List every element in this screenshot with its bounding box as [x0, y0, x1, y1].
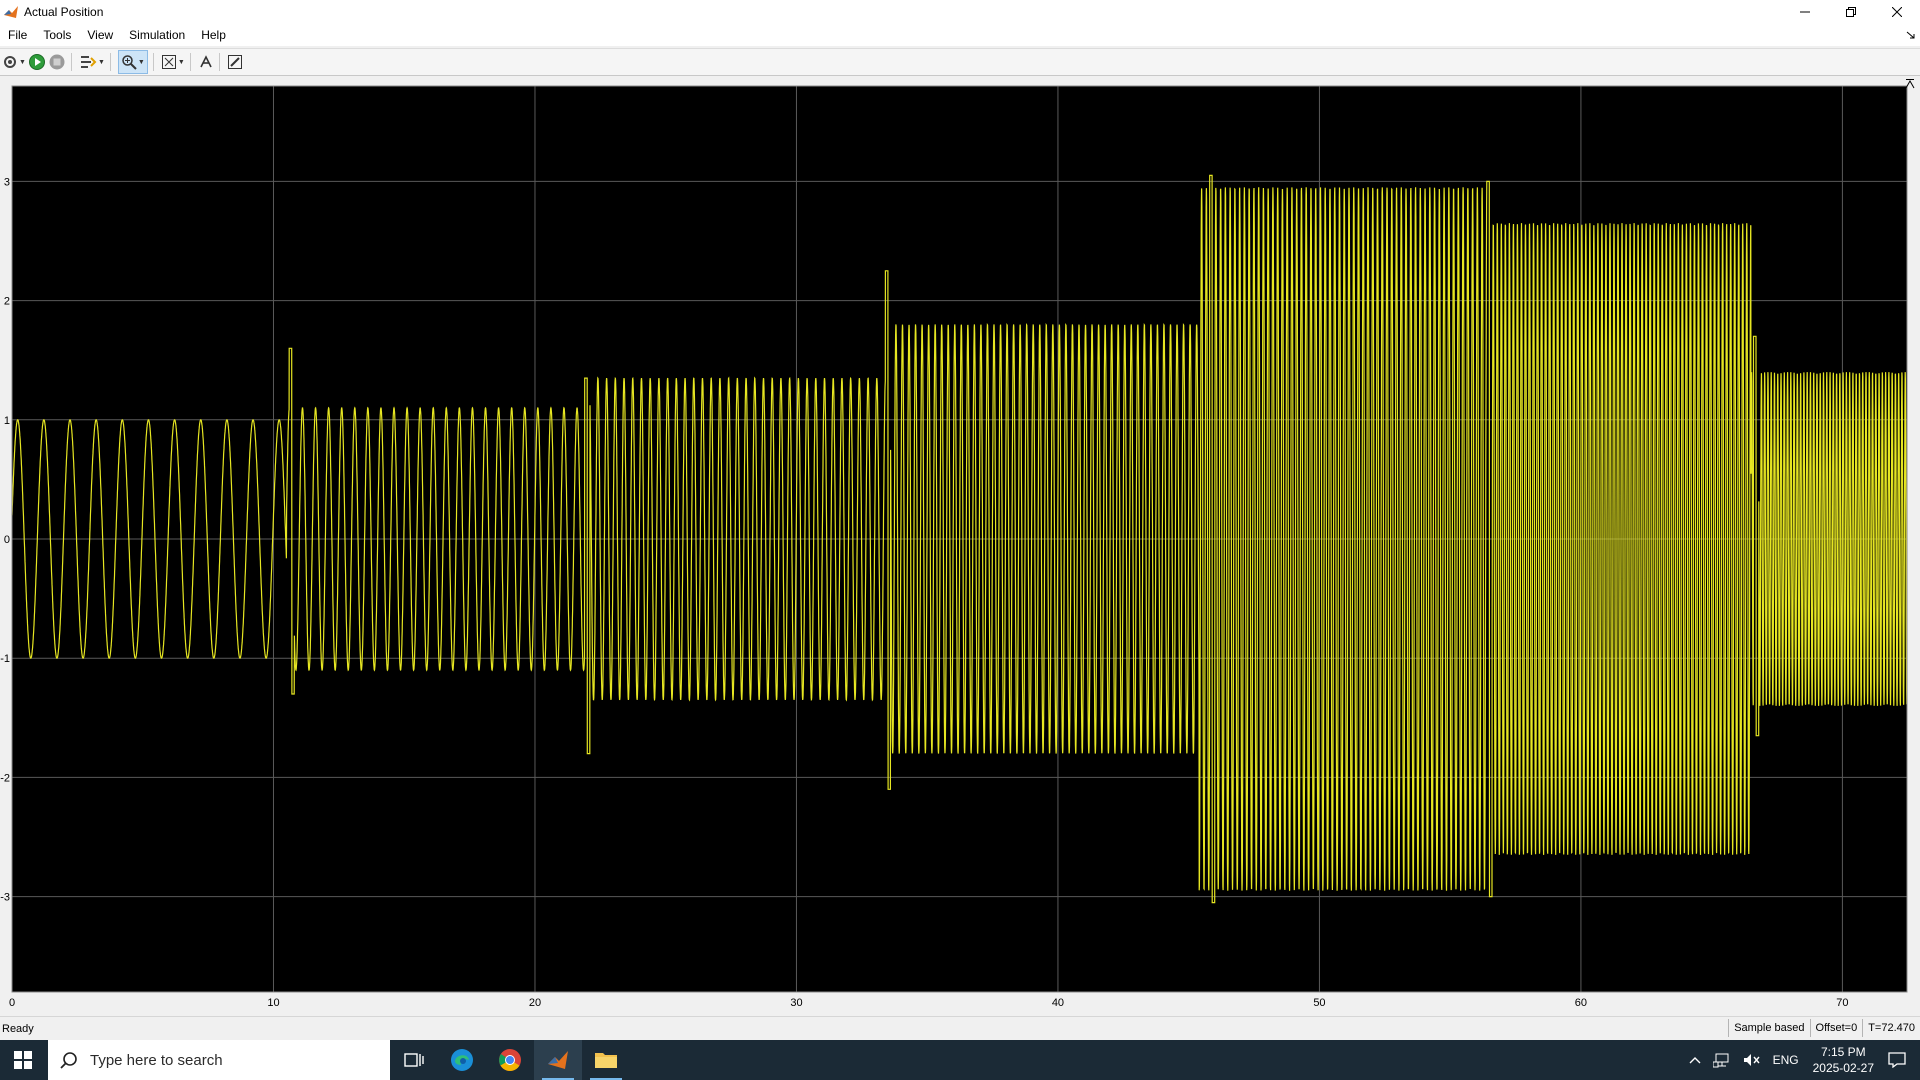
y-tick-label: 2: [4, 296, 10, 308]
y-tick-label: -3: [0, 892, 10, 904]
x-tick-label: 50: [1313, 997, 1325, 1009]
network-status[interactable]: [1712, 1052, 1731, 1068]
expand-icon[interactable]: [1904, 78, 1916, 90]
toolbar-separator: [70, 53, 72, 71]
menu-bar: File Tools View Simulation Help: [0, 24, 1920, 46]
stop-button[interactable]: [48, 51, 66, 73]
stop-icon: [49, 54, 65, 70]
run-button[interactable]: [28, 51, 46, 73]
toolbar-separator: [152, 53, 154, 71]
file-explorer-taskbar-button[interactable]: [582, 1040, 630, 1080]
matlab-icon: [548, 1051, 568, 1069]
menu-help[interactable]: Help: [193, 28, 234, 42]
x-tick-label: 70: [1836, 997, 1848, 1009]
fit-view-button[interactable]: ▼: [161, 51, 185, 73]
toolbar-separator: [218, 53, 220, 71]
zoom-button[interactable]: ▼: [117, 50, 148, 74]
toolbar-separator: [109, 53, 111, 71]
highlight-icon: [80, 56, 97, 68]
matlab-taskbar-button[interactable]: [534, 1040, 582, 1080]
settings-icon: [4, 56, 16, 68]
dropdown-arrow-icon: ▼: [177, 58, 185, 66]
start-button[interactable]: [0, 1040, 46, 1080]
show-hidden-icons[interactable]: [1689, 1056, 1701, 1064]
window-title: Actual Position: [24, 5, 104, 19]
toolbar: ▼ ▼ ▼ ▼: [0, 48, 1920, 76]
language-indicator[interactable]: ENG: [1773, 1053, 1799, 1067]
system-clock[interactable]: 7:15 PM 2025-02-27: [1813, 1044, 1874, 1076]
run-icon: [28, 54, 45, 70]
offset-readout: Offset=0: [1809, 1019, 1863, 1037]
menu-view[interactable]: View: [79, 28, 121, 42]
chrome-icon: [499, 1049, 521, 1071]
volume-status[interactable]: [1743, 1052, 1761, 1068]
x-tick-label: 30: [790, 997, 802, 1009]
menu-file[interactable]: File: [0, 28, 35, 42]
x-tick-label: 60: [1575, 997, 1587, 1009]
minimize-icon: [1800, 11, 1810, 13]
sample-mode: Sample based: [1728, 1019, 1809, 1037]
title-bar: Actual Position: [0, 0, 1920, 24]
clock-time: 7:15 PM: [1820, 1045, 1866, 1059]
x-tick-label: 0: [9, 997, 15, 1009]
clock-date: 2025-02-27: [1812, 1061, 1874, 1075]
restore-layout-icon: [200, 55, 212, 68]
search-placeholder: Type here to search: [90, 1051, 223, 1069]
status-bar: Ready Sample based Offset=0 T=72.470: [0, 1016, 1920, 1041]
zoom-icon: [122, 55, 137, 70]
minimize-button[interactable]: [1782, 0, 1828, 24]
notifications-button[interactable]: [1888, 1052, 1906, 1068]
highlight-button[interactable]: ▼: [79, 51, 105, 73]
toolbar-separator: [189, 53, 191, 71]
scope-chart[interactable]: 0 10 20 30 40 50 60 70 -3 -2 -1 0 1 2 3: [0, 76, 1920, 1016]
collapse-arrow-icon[interactable]: [1906, 30, 1916, 40]
y-tick-label: 0: [4, 534, 10, 546]
edit-button[interactable]: [227, 51, 243, 73]
taskbar-search[interactable]: Type here to search: [48, 1040, 390, 1080]
x-tick-label: 20: [529, 997, 541, 1009]
plot-area[interactable]: 0 10 20 30 40 50 60 70 -3 -2 -1 0 1 2 3: [0, 76, 1920, 1016]
close-icon: [1892, 7, 1902, 17]
x-tick-label: 40: [1052, 997, 1064, 1009]
volume-muted-icon: [1743, 1054, 1760, 1066]
dropdown-arrow-icon: ▼: [19, 58, 26, 66]
menu-simulation[interactable]: Simulation: [121, 28, 193, 42]
edge-icon: [451, 1049, 473, 1071]
chrome-taskbar-button[interactable]: [486, 1040, 534, 1080]
edge-taskbar-button[interactable]: [438, 1040, 486, 1080]
x-tick-label: 10: [267, 997, 279, 1009]
chevron-up-icon: [1689, 1057, 1701, 1064]
taskbar: Type here to search ENG 7:15 PM 2025-02-…: [0, 1040, 1920, 1080]
y-tick-label: -2: [0, 772, 10, 784]
y-tick-label: -1: [0, 653, 10, 665]
close-button[interactable]: [1874, 0, 1920, 24]
restore-icon: [1846, 7, 1856, 17]
dropdown-arrow-icon: ▼: [97, 58, 105, 66]
fit-view-icon: [161, 55, 176, 69]
edit-icon: [227, 55, 242, 69]
y-tick-label: 3: [4, 176, 10, 188]
restore-layout-button[interactable]: [198, 51, 214, 73]
system-tray: ENG 7:15 PM 2025-02-27: [1683, 1040, 1920, 1080]
settings-button[interactable]: ▼: [2, 51, 26, 73]
status-text: Ready: [2, 1023, 34, 1035]
notification-icon: [1888, 1052, 1906, 1068]
restore-button[interactable]: [1828, 0, 1874, 24]
windows-icon: [14, 1051, 32, 1069]
task-view-icon: [404, 1053, 424, 1067]
matlab-logo-icon: [4, 6, 18, 18]
folder-icon: [595, 1053, 617, 1068]
y-tick-label: 1: [4, 415, 10, 427]
menu-tools[interactable]: Tools: [35, 28, 79, 42]
dropdown-arrow-icon: ▼: [137, 58, 145, 66]
task-view-button[interactable]: [390, 1040, 438, 1080]
network-icon: [1712, 1053, 1729, 1068]
time-readout: T=72.470: [1862, 1019, 1920, 1037]
search-icon: [60, 1052, 77, 1069]
